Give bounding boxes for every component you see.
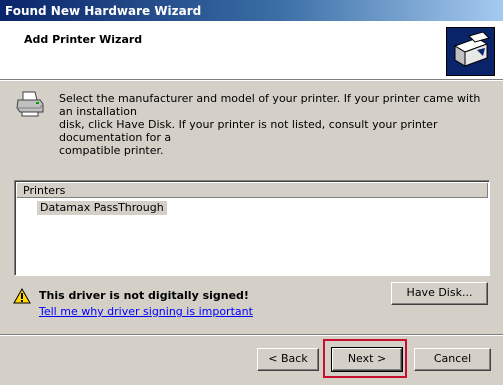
instructions-text: Select the manufacturer and model of you… <box>59 92 481 157</box>
warning-icon <box>13 287 31 304</box>
page-title: Add Printer Wizard <box>24 33 143 46</box>
window-title: Found New Hardware Wizard <box>5 4 202 18</box>
title-bar[interactable]: Found New Hardware Wizard <box>0 0 503 21</box>
printers-listbox[interactable]: Printers Datamax PassThrough <box>14 180 490 276</box>
printers-column-label: Printers <box>23 184 66 197</box>
unsigned-driver-warning: This driver is not digitally signed! <box>39 289 249 302</box>
printer-list-item[interactable]: Datamax PassThrough <box>37 201 167 215</box>
have-disk-button[interactable]: Have Disk... <box>391 282 488 305</box>
printer-icon <box>14 88 46 120</box>
cancel-button[interactable]: Cancel <box>414 348 491 371</box>
next-button[interactable]: Next > <box>331 347 403 372</box>
printers-column-header[interactable]: Printers <box>17 183 488 198</box>
wizard-window: Found New Hardware Wizard Add Printer Wi… <box>0 0 503 385</box>
footer-divider-highlight <box>0 335 503 336</box>
wizard-header: Add Printer Wizard <box>0 21 503 79</box>
header-divider-highlight <box>0 80 503 81</box>
hardware-wizard-icon <box>446 27 495 76</box>
driver-signing-link[interactable]: Tell me why driver signing is important <box>39 305 253 318</box>
back-button[interactable]: < Back <box>257 348 319 371</box>
